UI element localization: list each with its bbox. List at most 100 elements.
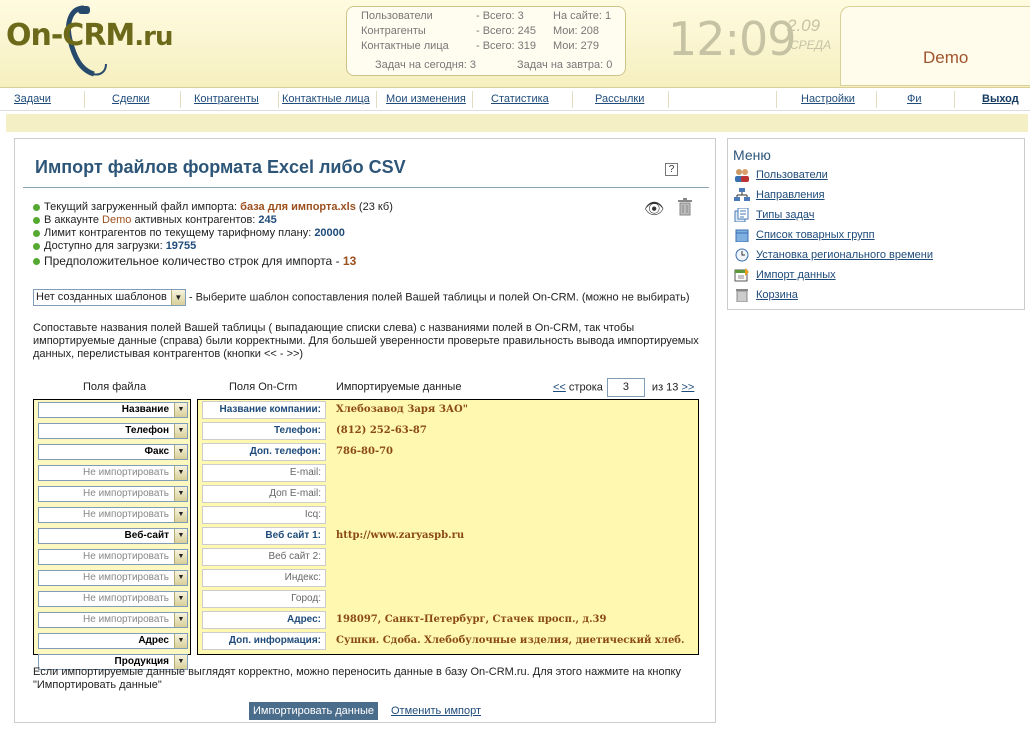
- import-value: Сушки. Сдоба. Хлебобулочные изделия, дие…: [336, 635, 685, 646]
- column-header-file: Поля файла: [83, 381, 147, 393]
- import-value: 786-80-70: [336, 446, 394, 457]
- crm-field-label: Доп E-mail:: [202, 485, 326, 503]
- task-types-icon: [734, 208, 749, 222]
- next-row-link[interactable]: >>: [681, 381, 694, 393]
- info-account: В аккаунте Demo активных контрагентов: 2…: [33, 214, 393, 227]
- nav-separator: [954, 91, 955, 108]
- file-field-select[interactable]: Адрес ▼: [38, 633, 188, 649]
- page-title: Импорт файлов формата Excel либо CSV: [35, 157, 406, 177]
- chevron-down-icon: ▼: [174, 403, 187, 417]
- nav-separator: [180, 91, 181, 108]
- nav-separator: [84, 91, 85, 108]
- chevron-down-icon: ▼: [174, 550, 187, 564]
- user-panel: Demo: [840, 6, 1030, 86]
- file-field-select[interactable]: Не импортировать ▼: [38, 591, 188, 607]
- crm-field-label: Город:: [202, 590, 326, 608]
- chevron-down-icon: ▼: [174, 424, 187, 438]
- menu-item-directions[interactable]: Направления: [734, 188, 825, 202]
- users-icon: [735, 169, 749, 182]
- crm-field-label: Название компании:: [202, 401, 326, 419]
- trash-icon[interactable]: [677, 198, 693, 216]
- stat-counterparties-mine: Мои: 208: [553, 25, 600, 37]
- column-header-crm: Поля On-Crm: [229, 381, 298, 393]
- nav-tasks[interactable]: Задачи: [14, 93, 51, 105]
- chevron-down-icon: ▼: [174, 571, 187, 585]
- file-field-select[interactable]: Не импортировать ▼: [38, 612, 188, 628]
- row-number-input[interactable]: 3: [606, 378, 645, 397]
- import-info: Текущий загруженный файл импорта: база д…: [33, 201, 393, 269]
- eye-icon[interactable]: 👁: [644, 199, 664, 219]
- template-row: Нет созданных шаблонов ▼ - Выберите шабло…: [33, 289, 690, 306]
- tasks-today[interactable]: Задач на сегодня: 3: [375, 59, 476, 71]
- import-preview: Название компании: Хлебозавод Заря ЗАО" Те…: [197, 399, 699, 655]
- import-panel: Импорт файлов формата Excel либо CSV ? Т…: [14, 138, 716, 723]
- template-select[interactable]: Нет созданных шаблонов ▼: [33, 289, 186, 306]
- chevron-down-icon: ▼: [170, 290, 185, 305]
- import-value: (812) 252-63-87: [336, 425, 427, 436]
- nav-logout[interactable]: Выход: [982, 93, 1019, 105]
- import-icon: [734, 268, 749, 282]
- nav-counterparties[interactable]: Контрагенты: [194, 93, 259, 105]
- user-name[interactable]: Demo: [923, 48, 968, 68]
- logo[interactable]: On-CRM.ru: [6, 18, 174, 53]
- side-menu-title: Меню: [733, 147, 771, 163]
- nav-mailings[interactable]: Рассылки: [595, 93, 644, 105]
- nav-statistics[interactable]: Статистика: [491, 93, 549, 105]
- nav-separator: [472, 91, 473, 108]
- cancel-import-link[interactable]: Отменить импорт: [391, 705, 481, 717]
- nav-separator: [776, 91, 777, 108]
- stat-contacts-label: Контактные лица: [361, 40, 449, 52]
- product-groups-icon: [735, 229, 749, 242]
- sub-nav-strip: [6, 114, 1028, 132]
- crm-field-label: Веб сайт 2:: [202, 548, 326, 566]
- chevron-down-icon: ▼: [174, 508, 187, 522]
- clock: 12:09: [668, 12, 797, 66]
- weekday: СРЕДА: [790, 38, 832, 52]
- file-field-select[interactable]: Веб-сайт ▼: [38, 528, 188, 544]
- file-field-select[interactable]: Не импортировать ▼: [38, 549, 188, 565]
- crm-field-label: Телефон:: [202, 422, 326, 440]
- stat-counterparties-total: - Всего: 245: [476, 25, 537, 37]
- nav-settings[interactable]: Настройки: [801, 93, 855, 105]
- menu-item-trash[interactable]: Корзина: [734, 288, 798, 302]
- crm-field-label: Веб сайт 1:: [202, 527, 326, 545]
- prev-row-link[interactable]: <<: [553, 381, 566, 393]
- stat-users-label: Пользователи: [361, 10, 433, 22]
- chevron-down-icon: ▼: [174, 445, 187, 459]
- info-available: Доступно для загрузки: 19755: [33, 240, 393, 253]
- import-footer-text: Если импортируемые данные выглядят корре…: [33, 666, 681, 691]
- file-field-select[interactable]: Телефон ▼: [38, 423, 188, 439]
- pager-total: из 13: [648, 381, 682, 394]
- chevron-down-icon: ▼: [174, 487, 187, 501]
- trash-icon: [736, 289, 748, 302]
- crm-field-label: Индекс:: [202, 569, 326, 587]
- file-field-select[interactable]: Не импортировать ▼: [38, 486, 188, 502]
- file-field-select[interactable]: Факс ▼: [38, 444, 188, 460]
- menu-item-product-groups[interactable]: Список товарных групп: [734, 228, 875, 242]
- file-field-select[interactable]: Не импортировать ▼: [38, 465, 188, 481]
- import-data-button[interactable]: Импортировать данные: [249, 702, 378, 720]
- nav-fi[interactable]: Фи: [907, 93, 922, 105]
- nav-my-changes[interactable]: Мои изменения: [386, 93, 466, 105]
- help-icon[interactable]: ?: [665, 163, 678, 176]
- column-header-data: Импортируемые данные: [336, 381, 462, 393]
- nav-separator: [876, 91, 877, 108]
- divider: [23, 187, 709, 188]
- header: On-CRM.ru Пользователи - Всего: 3 На сайте…: [0, 0, 1030, 88]
- menu-item-task-types[interactable]: Типы задач: [734, 208, 815, 222]
- info-limit: Лимит контрагентов по текущему тарифному…: [33, 227, 393, 240]
- crm-field-label: Icq:: [202, 506, 326, 524]
- nav-contacts[interactable]: Контактные лица: [282, 93, 370, 105]
- file-field-select[interactable]: Название ▼: [38, 402, 188, 418]
- import-value: http://www.zaryaspb.ru: [336, 530, 465, 541]
- nav-deals[interactable]: Сделки: [112, 93, 150, 105]
- file-field-select[interactable]: Не импортировать ▼: [38, 507, 188, 523]
- menu-item-import[interactable]: Импорт данных: [734, 268, 836, 282]
- tasks-tomorrow[interactable]: Задач на завтра: 0: [517, 59, 612, 71]
- file-field-select[interactable]: Не импортировать ▼: [38, 570, 188, 586]
- stats-panel: Пользователи - Всего: 3 На сайте: 1 Контра…: [346, 6, 626, 76]
- menu-item-users[interactable]: Пользователи: [734, 168, 828, 182]
- menu-item-regional-time[interactable]: Установка регионального времени: [734, 248, 933, 262]
- import-value: 198097, Санкт-Петербург, Стачек просп., …: [336, 614, 607, 625]
- clock-icon: [735, 248, 749, 262]
